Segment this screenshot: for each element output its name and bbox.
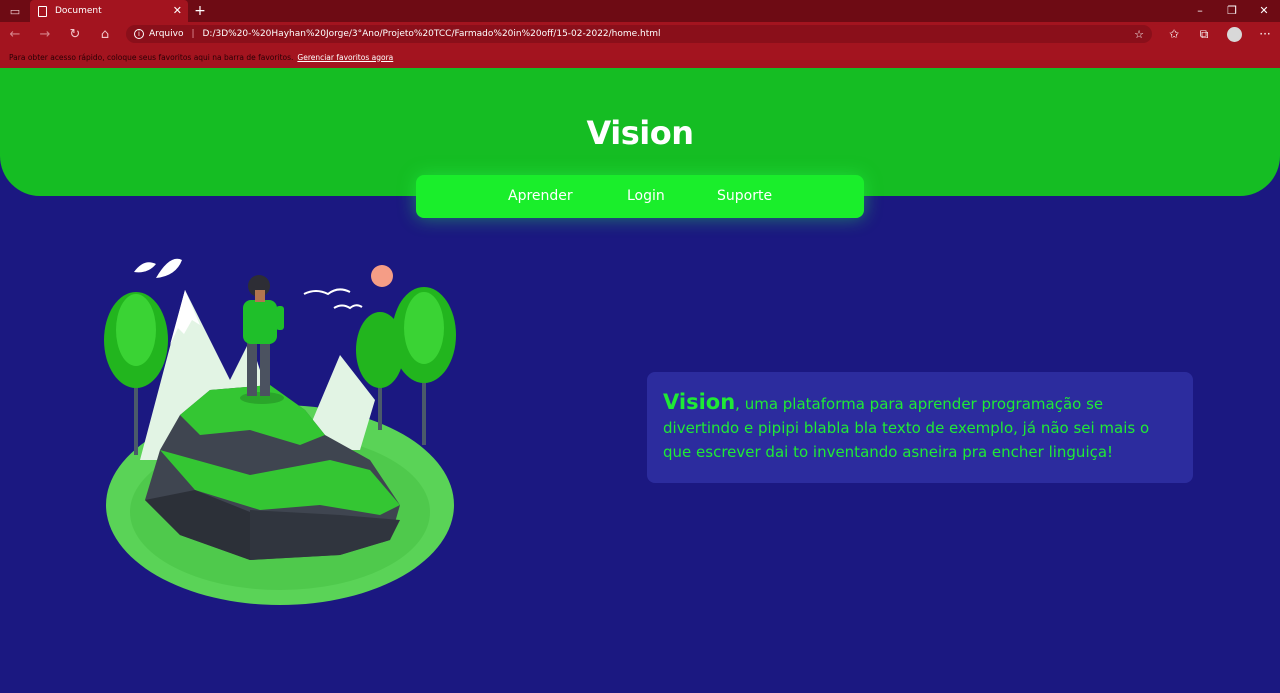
nav-suporte[interactable]: Suporte (717, 188, 772, 204)
address-bar: ← → ↻ ⌂ i Arquivo | D:/3D%20-%20Hayhan%2… (0, 22, 1280, 46)
url-field[interactable]: i Arquivo | D:/3D%20-%20Hayhan%20Jorge/3… (126, 25, 1152, 43)
tab-document[interactable]: Document ✕ (30, 0, 188, 22)
tab-actions-icon[interactable]: ▭ (0, 0, 30, 22)
tab-title: Document (55, 6, 102, 16)
new-tab-button[interactable]: + (188, 0, 212, 22)
main-nav: Aprender Login Suporte (416, 175, 864, 218)
address-separator: | (191, 29, 195, 39)
nav-aprender[interactable]: Aprender (508, 188, 573, 204)
favorites-message: Para obter acesso rápido, coloque seus f… (9, 52, 294, 62)
forward-icon[interactable]: → (30, 22, 60, 46)
intro-card: Vision, uma plataforma para aprender pro… (647, 372, 1193, 483)
favorites-icon[interactable]: ✩ (1159, 27, 1189, 41)
document-icon (38, 5, 47, 17)
close-tab-icon[interactable]: ✕ (173, 4, 182, 17)
more-icon[interactable]: ··· (1250, 27, 1280, 41)
tab-bar: ▭ Document ✕ + – ❐ ✕ (0, 0, 1280, 22)
brand-title: Vision (586, 114, 694, 152)
profile-avatar[interactable] (1227, 26, 1242, 42)
url-text: D:/3D%20-%20Hayhan%20Jorge/3°Ano/Projeto… (202, 29, 661, 39)
intro-highlight: Vision (663, 390, 736, 414)
back-icon[interactable]: ← (0, 22, 30, 46)
hero-illustration (104, 258, 456, 605)
close-window-icon[interactable]: ✕ (1248, 0, 1280, 22)
toolbar-right: ✩ ⧉ ··· (1159, 22, 1280, 46)
window-controls: – ❐ ✕ (1184, 0, 1280, 22)
collections-icon[interactable]: ⧉ (1189, 27, 1219, 42)
home-icon[interactable]: ⌂ (90, 22, 120, 46)
nav-login[interactable]: Login (627, 188, 665, 204)
info-icon[interactable]: i (134, 29, 144, 39)
intro-text: , uma plataforma para aprender programaç… (663, 395, 1150, 461)
add-favorite-icon[interactable]: ☆ (1134, 28, 1144, 41)
manage-favorites-link[interactable]: Gerenciar favoritos agora (297, 53, 393, 62)
minimize-icon[interactable]: – (1184, 0, 1216, 22)
favorites-bar: Para obter acesso rápido, coloque seus f… (0, 46, 1280, 68)
refresh-icon[interactable]: ↻ (60, 22, 90, 46)
address-label: Arquivo (149, 29, 184, 39)
restore-icon[interactable]: ❐ (1216, 0, 1248, 22)
